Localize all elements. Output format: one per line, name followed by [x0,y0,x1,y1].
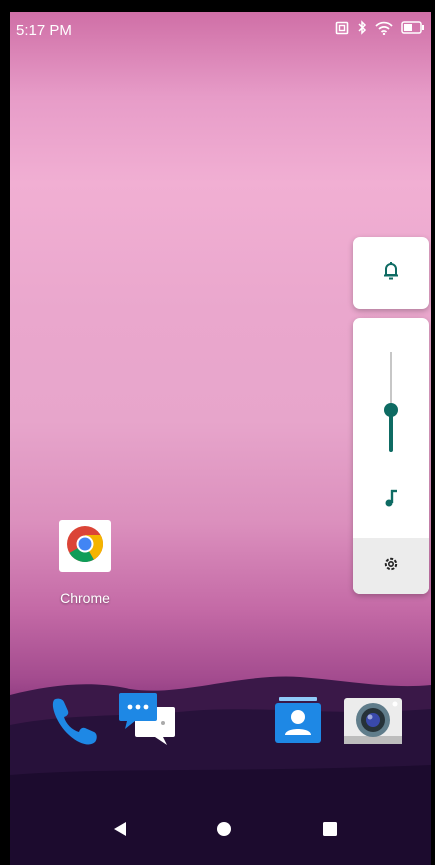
volume-settings-button[interactable] [353,538,429,594]
contacts-icon [271,693,325,752]
media-volume-thumb[interactable] [384,403,398,417]
messages-icon [115,687,179,756]
app-shortcut-chrome[interactable]: Chrome [48,520,122,620]
home-screen: 5:17 PM Chrome [10,12,431,865]
chrome-tile [59,520,111,572]
chrome-icon [65,524,105,569]
recents-icon [323,821,337,841]
ringer-mode-button[interactable] [353,237,429,309]
music-note-icon [384,488,398,513]
back-icon [113,821,127,842]
media-volume-mute-button[interactable] [377,486,405,514]
app-label-chrome: Chrome [60,590,110,606]
battery-icon [401,21,425,34]
camera-icon [342,692,404,753]
status-bar: 5:17 PM [10,12,431,42]
dock-camera[interactable] [340,690,406,754]
bell-icon [382,261,400,286]
navigation-bar [10,793,431,865]
dock-phone[interactable] [44,692,104,752]
back-button[interactable] [110,821,130,841]
status-icons [335,20,425,35]
bluetooth-icon [357,20,367,35]
vibrate-icon [335,21,349,35]
gear-icon [383,556,399,577]
wifi-icon [375,21,393,35]
home-button[interactable] [214,821,234,841]
recents-button[interactable] [320,821,340,841]
dock-contacts[interactable] [268,692,328,752]
phone-icon [46,692,102,753]
dock-messages[interactable] [114,688,180,754]
volume-panel [353,318,429,594]
home-icon [217,821,231,841]
status-time: 5:17 PM [16,22,72,39]
